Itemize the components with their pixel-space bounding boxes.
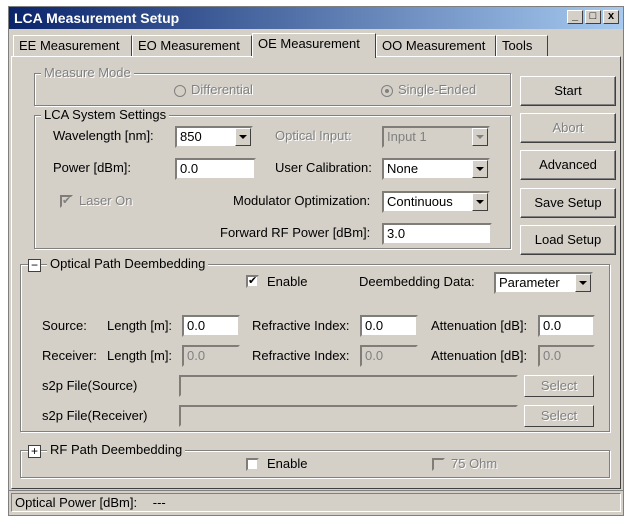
optical-enable-label: Enable [267,274,308,289]
measure-mode-group: Measure Mode Differential Single-Ended [34,65,511,106]
receiver-label: Receiver: [42,348,97,363]
receiver-refractive-index-input[interactable]: 0.0 [360,345,418,367]
rf-enable-checkbox[interactable] [246,458,259,471]
lca-setup-window: LCA Measurement Setup _ □ x EE Measureme… [8,6,624,516]
chevron-down-icon[interactable] [235,128,251,146]
source-attenuation-label: Attenuation [dB]: [431,318,528,333]
source-label: Source: [42,318,87,333]
chevron-down-icon[interactable] [575,274,591,292]
receiver-attenuation-input[interactable]: 0.0 [538,345,595,367]
save-setup-button[interactable]: Save Setup [520,188,616,218]
s2p-source-label: s2p File(Source) [42,378,138,393]
optical-path-legend: Optical Path Deembedding [47,256,209,271]
source-length-label: Length [m]: [107,318,173,333]
laser-on-label: Laser On [79,193,133,208]
chevron-down-icon[interactable] [472,160,488,178]
title-bar[interactable]: LCA Measurement Setup _ □ x [9,7,623,29]
receiver-length-label: Length [m]: [107,348,173,363]
tab-eo-measurement[interactable]: EO Measurement [132,35,252,57]
single-ended-radio[interactable] [381,85,393,97]
single-ended-label: Single-Ended [398,82,477,97]
receiver-refractive-index-label: Refractive Index: [252,348,350,363]
s2p-source-path-field[interactable] [179,375,518,397]
user-calibration-label: User Calibration: [275,160,372,175]
power-label: Power [dBm]: [53,160,132,175]
start-button[interactable]: Start [520,76,616,106]
source-refractive-index-label: Refractive Index: [252,318,350,333]
maximize-button[interactable]: □ [585,10,601,24]
75-ohm-checkbox[interactable] [432,458,445,471]
laser-on-checkbox[interactable]: ✔ [60,195,73,208]
receiver-attenuation-label: Attenuation [dB]: [431,348,528,363]
forward-rf-power-label: Forward RF Power [dBm]: [220,225,371,240]
tab-oe-measurement[interactable]: OE Measurement [252,33,376,58]
oe-measurement-panel: Measure Mode Differential Single-Ended L… [11,56,621,489]
tab-ee-measurement[interactable]: EE Measurement [13,35,132,57]
status-bar: Optical Power [dBm]: --- [9,490,623,515]
user-calibration-select[interactable]: None [382,158,490,180]
expand-icon[interactable]: + [28,445,41,458]
s2p-receiver-select-button[interactable]: Select [524,405,594,427]
lca-settings-legend: LCA System Settings [41,107,170,122]
optical-power-label: Optical Power [dBm]: [15,495,138,510]
optical-power-value: --- [152,495,166,510]
user-calibration-value: None [387,161,419,176]
load-setup-button[interactable]: Load Setup [520,225,616,255]
lca-system-settings-group: LCA System Settings Wavelength [nm]: 850… [34,107,511,249]
optical-input-value: Input 1 [387,129,427,144]
rf-path-deembedding-group: + RF Path Deembedding Enable 75 Ohm [20,442,610,478]
modulator-optimization-label: Modulator Optimization: [233,193,371,208]
source-length-input[interactable]: 0.0 [182,315,240,337]
optical-input-select[interactable]: Input 1 [382,126,490,148]
tab-oo-measurement[interactable]: OO Measurement [376,35,496,57]
deembedding-data-value: Parameter [499,275,560,290]
optical-enable-checkbox[interactable]: ✔ [246,275,259,288]
modulator-optimization-value: Continuous [387,194,453,209]
advanced-button[interactable]: Advanced [520,150,616,180]
optical-input-label: Optical Input: [275,128,352,143]
source-refractive-index-input[interactable]: 0.0 [360,315,418,337]
rf-enable-label: Enable [267,456,308,471]
close-button[interactable]: x [603,10,619,24]
differential-radio[interactable] [174,85,186,97]
wavelength-label: Wavelength [nm]: [53,128,154,143]
source-attenuation-input[interactable]: 0.0 [538,315,595,337]
wavelength-select[interactable]: 850 [175,126,253,148]
forward-rf-power-input[interactable]: 3.0 [382,223,492,245]
deembedding-data-select[interactable]: Parameter [494,272,593,294]
s2p-source-select-button[interactable]: Select [524,375,594,397]
wavelength-value: 850 [180,129,202,144]
rf-path-legend: RF Path Deembedding [47,442,186,457]
s2p-receiver-label: s2p File(Receiver) [42,408,148,423]
minimize-button[interactable]: _ [567,10,583,24]
chevron-down-icon[interactable] [472,128,488,146]
75-ohm-label: 75 Ohm [451,456,498,471]
differential-label: Differential [191,82,253,97]
receiver-length-input[interactable]: 0.0 [182,345,240,367]
optical-path-deembedding-group: − Optical Path Deembedding ✔ Enable Deem… [20,256,610,432]
deembedding-data-label: Deembedding Data: [359,274,475,289]
tab-strip: EE Measurement EO Measurement OE Measure… [11,33,621,58]
s2p-receiver-path-field[interactable] [179,405,518,427]
measure-mode-legend: Measure Mode [41,65,134,80]
optical-power-status: Optical Power [dBm]: --- [11,493,621,512]
collapse-icon[interactable]: − [28,259,41,272]
tab-tools[interactable]: Tools [496,35,548,57]
abort-button[interactable]: Abort [520,113,616,143]
modulator-optimization-select[interactable]: Continuous [382,191,490,213]
power-input[interactable]: 0.0 [175,158,256,180]
chevron-down-icon[interactable] [472,193,488,211]
window-title: LCA Measurement Setup [14,10,180,26]
